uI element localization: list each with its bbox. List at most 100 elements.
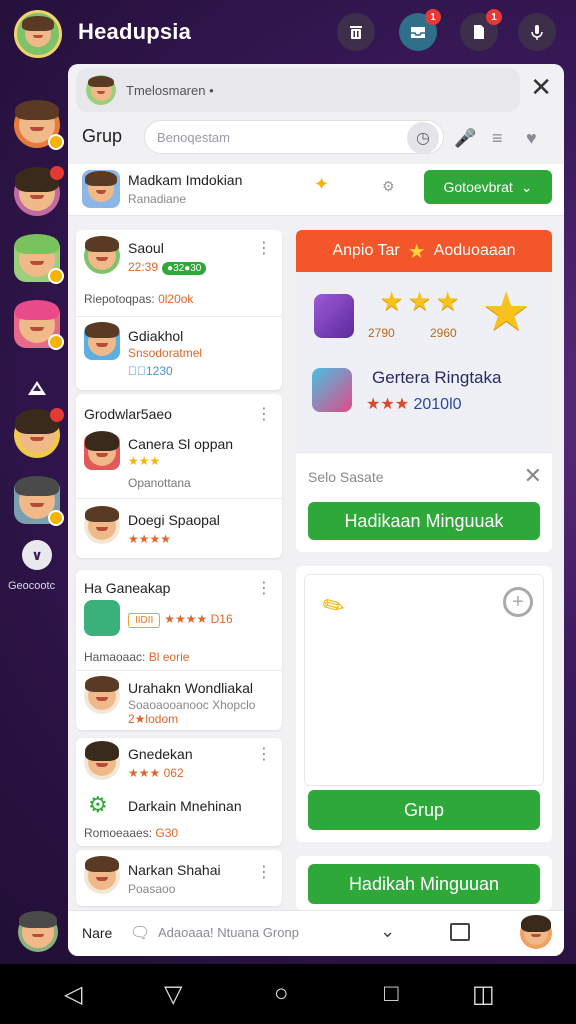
chevron-down-icon[interactable]: ⌄ <box>380 921 395 942</box>
avatar <box>84 856 120 894</box>
avatar <box>84 676 120 714</box>
promo-cta-button[interactable]: Hadikaan Minguuak <box>308 502 540 540</box>
composer-input[interactable]: Adaoaaa! Ntuana Gronp <box>158 925 299 940</box>
divider <box>76 316 282 317</box>
profile-avatar[interactable] <box>14 10 62 58</box>
composer-label: Nare <box>82 925 113 941</box>
chevron-down-icon: ∨ <box>31 546 43 563</box>
section-title: Ha Ganeakap <box>84 580 171 596</box>
rail-contact-4[interactable] <box>14 300 64 350</box>
avatar-face-icon <box>84 856 120 891</box>
rail-contact-1[interactable] <box>14 100 64 150</box>
document-button[interactable]: 1 <box>460 9 502 51</box>
follow-button[interactable]: Gotoevbrat ⌄ <box>424 170 552 204</box>
avatar-face-icon <box>22 16 54 48</box>
inbox-button[interactable]: 1 <box>399 9 441 51</box>
down-icon[interactable]: ▽ <box>164 980 182 1009</box>
avatar <box>84 431 120 470</box>
star-icon: ★ <box>380 286 404 316</box>
bottom-cta-button[interactable]: Hadikah Minguuan <box>308 864 540 904</box>
avatar <box>84 741 120 780</box>
pencil-icon[interactable]: ✎ <box>317 588 351 626</box>
more-icon[interactable]: ⋮ <box>256 862 272 882</box>
star-icon: ★ <box>408 286 432 316</box>
left-rail: ∨ Geocootc <box>0 66 70 906</box>
unread-dot <box>50 408 64 422</box>
dock-avatar[interactable] <box>18 910 58 952</box>
top-bar: Headupsia 1 1 <box>0 0 576 66</box>
item-tag: IIDII <box>128 613 161 628</box>
clock-icon[interactable]: ◷ <box>407 122 439 154</box>
bottom-cta-card: Hadikah Minguuan <box>296 856 552 910</box>
item-rating: ★★★ <box>128 454 161 468</box>
close-icon[interactable]: ✕ <box>530 72 552 103</box>
item-title[interactable]: Saoul <box>128 240 164 256</box>
add-icon[interactable]: + <box>503 587 533 617</box>
rail-contact-6[interactable] <box>14 476 64 526</box>
item-title[interactable]: Narkan Shahai <box>128 862 221 878</box>
trash-button[interactable] <box>337 13 375 51</box>
item-title[interactable]: Gnedekan <box>128 746 193 762</box>
group-toolbar: Grup Benoqestam ◷ 🎤 ≡ ♥ <box>68 116 564 162</box>
avatar-face-icon <box>19 910 57 948</box>
item-title[interactable]: Gdiakhol <box>128 328 183 344</box>
avatar-face-icon <box>88 75 114 101</box>
settings-icon[interactable]: ⚙ <box>382 178 395 195</box>
item-title[interactable]: Urahakn Wondliakal <box>128 680 253 696</box>
hash-icon[interactable]: ≡ <box>492 128 503 149</box>
rail-contact-5[interactable] <box>14 408 64 458</box>
item-sub: Poasaoo <box>128 882 176 896</box>
item-sub: Opanottana <box>128 476 191 490</box>
composer-avatar[interactable] <box>520 915 552 949</box>
group-button[interactable]: Grup <box>308 790 540 830</box>
item-title[interactable]: Canera Sl oppan <box>128 436 233 452</box>
more-icon[interactable]: ⋮ <box>256 578 272 598</box>
line-label: Riepotoqpas: <box>84 292 155 306</box>
inbox-badge: 1 <box>425 9 441 25</box>
close-icon[interactable]: ✕ <box>524 463 542 489</box>
card-art-icon <box>312 368 352 412</box>
status-badge <box>48 510 64 526</box>
item-meta: 2★lodom <box>128 712 179 726</box>
heart-icon[interactable]: ♥ <box>526 128 537 149</box>
star-icon: ★ <box>436 286 460 316</box>
document-badge: 1 <box>486 9 502 25</box>
chat-icon[interactable]: 🗨 <box>130 923 150 943</box>
item-title[interactable]: Doegi Spaopal <box>128 512 220 528</box>
item-title[interactable]: Darkain Mnehinan <box>128 798 242 814</box>
gem-icon <box>314 294 354 338</box>
item-sub: Snsodoratmel <box>128 346 203 360</box>
avatar-face-icon <box>84 236 120 271</box>
rail-expand-button[interactable]: ∨ <box>22 540 52 570</box>
recents-icon[interactable]: □ <box>384 980 399 1008</box>
screenshot-icon[interactable]: ◫ <box>472 980 495 1009</box>
rail-share-button[interactable] <box>14 372 60 404</box>
mic-icon <box>531 25 543 40</box>
home-icon[interactable]: ○ <box>274 980 289 1008</box>
promo-art: ★ ★ ★ ★ 2790 2960 Gertera Ringtaka ★★★ 2… <box>296 272 552 452</box>
promo-header-label: Anpio Tar <box>332 242 400 259</box>
more-icon[interactable]: ⋮ <box>256 744 272 764</box>
promo-header-right: Aoduoaaan <box>433 242 516 259</box>
square-icon[interactable] <box>450 923 470 941</box>
back-icon[interactable]: ◁ <box>64 980 82 1009</box>
item-rating: ★★★★ <box>128 532 172 546</box>
mic-button[interactable] <box>518 13 556 51</box>
mic-icon[interactable]: 🎤 <box>454 128 476 149</box>
promo-card: Anpio Tar ★ Aoduoaaan ★ ★ ★ ★ 2790 2960 … <box>296 230 552 552</box>
rail-contact-2[interactable] <box>14 166 64 216</box>
panel-avatar <box>86 75 116 105</box>
trash-icon <box>350 26 362 39</box>
more-icon[interactable]: ⋮ <box>256 404 272 424</box>
search-input[interactable]: Benoqestam ◷ <box>144 120 444 154</box>
contact-name: Madkam Imdokian <box>128 172 243 188</box>
line-label: Romoeaaes: <box>84 826 153 840</box>
list-card-1: Saoul 22:39 ●32●30 ⋮ Riepotoqpas: 0l20ok … <box>76 230 282 390</box>
more-icon[interactable]: ⋮ <box>256 238 272 258</box>
contact-sub: Ranadiane <box>128 192 187 206</box>
compose-area[interactable]: ✎ + <box>304 574 544 786</box>
list-card-2: Grodwlar5aeo ⋮ Canera Sl oppan ★★★ Opano… <box>76 394 282 558</box>
contact-row[interactable]: Madkam Imdokian Ranadiane ✦ ⚙ Gotoevbrat… <box>68 164 564 216</box>
line-value: G30 <box>155 826 179 840</box>
rail-contact-3[interactable] <box>14 234 64 284</box>
